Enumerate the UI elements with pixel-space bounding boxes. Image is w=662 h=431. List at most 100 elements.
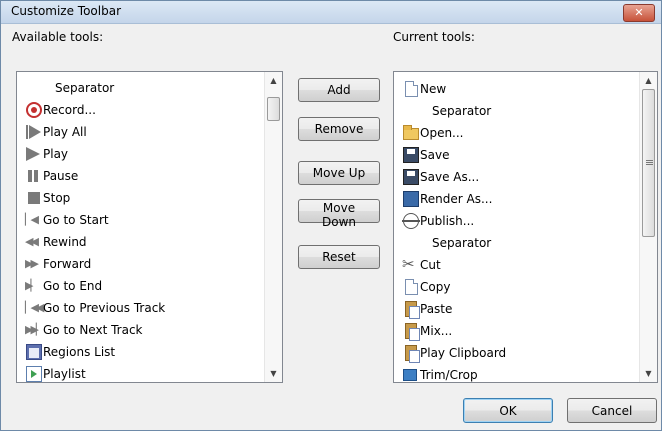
list-item[interactable]: ✂ Cut (394, 254, 640, 276)
move-up-button[interactable]: Move Up (298, 161, 380, 185)
current-scrollbar[interactable]: ▲ ▼ (639, 72, 657, 382)
list-item[interactable]: Regions List (17, 341, 265, 363)
previous-track-icon: ▏◀◀ (25, 301, 44, 314)
list-item-label: Copy (420, 280, 451, 294)
regions-list-icon (26, 344, 42, 360)
list-item-label: Separator (432, 236, 492, 250)
go-to-start-icon: ▏◀ (25, 213, 39, 226)
close-button[interactable]: ✕ (623, 4, 655, 22)
list-item[interactable]: Pause (17, 165, 265, 187)
list-item-label: Play (43, 147, 69, 161)
list-item-label: Save As... (420, 170, 480, 184)
remove-button[interactable]: Remove (298, 117, 380, 141)
list-item[interactable]: ◀◀ Rewind (17, 231, 265, 253)
list-item[interactable]: ▶▶▏ Go to Next Track (17, 319, 265, 341)
list-item-label: Separator (55, 81, 115, 95)
list-item-label: Trim/Crop (420, 368, 478, 382)
list-item-label: Pause (43, 169, 79, 183)
list-item-label: Go to Next Track (43, 323, 143, 337)
list-item[interactable]: Playlist (17, 363, 265, 382)
list-item[interactable]: Trim/Crop (394, 364, 640, 382)
render-icon (403, 191, 419, 207)
scroll-thumb[interactable] (642, 89, 655, 237)
list-item[interactable]: ▶▏ Go to End (17, 275, 265, 297)
record-icon (26, 102, 42, 118)
list-item[interactable]: Record... (17, 99, 265, 121)
list-item[interactable]: Mix... (394, 320, 640, 342)
scroll-thumb[interactable] (267, 97, 280, 121)
available-tools-list[interactable]: Separator Record... Play All Play Pause … (16, 71, 283, 383)
list-item-label: Open... (420, 126, 464, 140)
list-item[interactable]: Stop (17, 187, 265, 209)
list-item[interactable]: Render As... (394, 188, 640, 210)
pause-icon (26, 168, 42, 184)
available-scrollbar[interactable]: ▲ ▼ (264, 72, 282, 382)
list-item-label: New (420, 82, 447, 96)
list-item-label: Regions List (43, 345, 116, 359)
list-item[interactable]: Play (17, 143, 265, 165)
list-item-label: Stop (43, 191, 71, 205)
list-item[interactable]: Separator (394, 232, 640, 254)
scroll-down-arrow-icon[interactable]: ▼ (265, 365, 282, 382)
mix-icon (405, 323, 420, 341)
ok-button[interactable]: OK (463, 398, 553, 423)
list-item-label: Render As... (420, 192, 493, 206)
list-item-label: Go to Start (43, 213, 109, 227)
title-bar[interactable]: Customize Toolbar ✕ (1, 1, 661, 24)
list-item[interactable]: Open... (394, 122, 640, 144)
list-item-label: Play Clipboard (420, 346, 507, 360)
list-item[interactable]: Publish... (394, 210, 640, 232)
trim-crop-icon (403, 369, 417, 381)
list-item-label: Save (420, 148, 450, 162)
list-item[interactable]: Paste (394, 298, 640, 320)
list-item-label: Rewind (43, 235, 87, 249)
list-item[interactable]: ▏◀ Go to Start (17, 209, 265, 231)
scroll-down-arrow-icon[interactable]: ▼ (640, 365, 657, 382)
list-item[interactable]: Separator (394, 100, 640, 122)
move-down-button[interactable]: Move Down (298, 199, 380, 229)
current-tools-label: Current tools: (393, 30, 475, 44)
scissors-icon: ✂ (402, 255, 415, 273)
list-item-label: Go to Previous Track (43, 301, 166, 315)
play-all-icon (17, 121, 43, 143)
play-icon (26, 147, 40, 161)
next-track-icon: ▶▶▏ (25, 323, 44, 336)
list-item-label: Publish... (420, 214, 475, 228)
list-item-label: Cut (420, 258, 441, 272)
paste-icon (405, 301, 420, 319)
list-item-label: Go to End (43, 279, 103, 293)
list-item[interactable]: Save As... (394, 166, 640, 188)
list-item[interactable]: Play Clipboard (394, 342, 640, 364)
list-item[interactable]: ▶▶ Forward (17, 253, 265, 275)
list-item-label: Separator (432, 104, 492, 118)
list-item[interactable]: ▏◀◀ Go to Previous Track (17, 297, 265, 319)
list-item-label: Playlist (43, 367, 86, 381)
list-item[interactable]: Play All (17, 121, 265, 143)
scroll-up-arrow-icon[interactable]: ▲ (265, 72, 282, 89)
new-document-icon (405, 81, 418, 97)
list-item-label: Paste (420, 302, 453, 316)
folder-icon (403, 125, 419, 140)
list-item[interactable]: Save (394, 144, 640, 166)
stop-icon (26, 190, 42, 206)
go-to-end-icon: ▶▏ (25, 279, 39, 292)
forward-icon: ▶▶ (25, 257, 39, 270)
list-item-label: Play All (43, 125, 87, 139)
list-item[interactable]: New (394, 78, 640, 100)
list-item[interactable]: Copy (394, 276, 640, 298)
current-tools-list[interactable]: New Separator Open... Save Save As... Re… (393, 71, 658, 383)
list-item-label: Record... (43, 103, 96, 117)
publish-globe-icon (402, 213, 420, 229)
list-item-label: Mix... (420, 324, 453, 338)
playlist-icon (26, 366, 42, 382)
scroll-up-arrow-icon[interactable]: ▲ (640, 72, 657, 89)
save-as-icon (403, 169, 419, 185)
list-item-label: Forward (43, 257, 92, 271)
add-button[interactable]: Add (298, 78, 380, 102)
available-tools-label: Available tools: (12, 30, 104, 44)
reset-button[interactable]: Reset (298, 245, 380, 269)
dialog-title: Customize Toolbar (11, 4, 122, 18)
cancel-button[interactable]: Cancel (567, 398, 657, 423)
rewind-icon: ◀◀ (25, 235, 39, 248)
list-item[interactable]: Separator (17, 77, 265, 99)
